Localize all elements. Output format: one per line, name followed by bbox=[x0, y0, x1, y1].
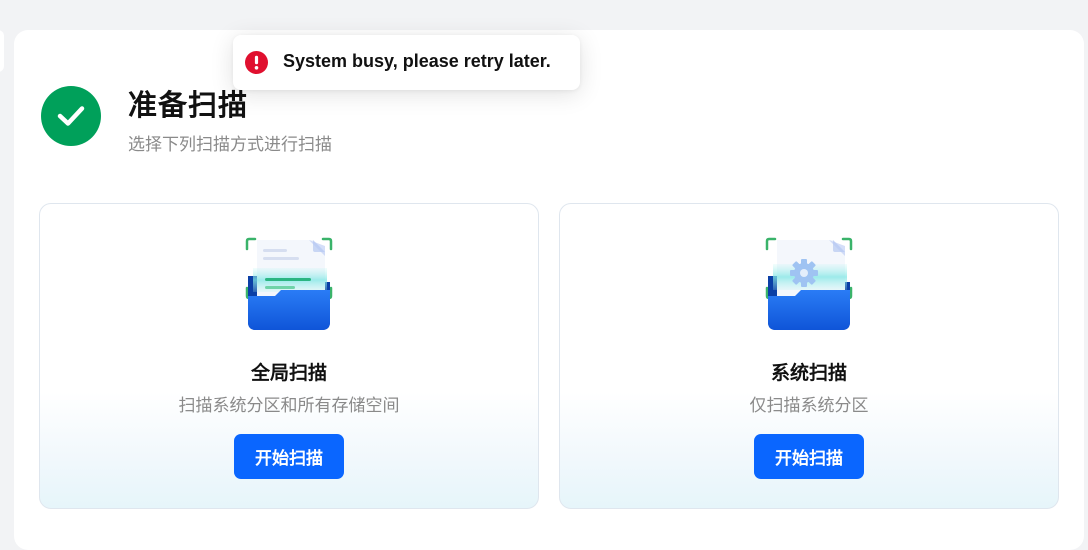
system-scan-card: 系统扫描 仅扫描系统分区 开始扫描 bbox=[559, 203, 1059, 509]
full-scan-card: 全局扫描 扫描系统分区和所有存储空间 开始扫描 bbox=[39, 203, 539, 509]
start-system-scan-button[interactable]: 开始扫描 bbox=[754, 434, 864, 479]
check-circle-icon bbox=[41, 86, 101, 146]
toast-message: System busy, please retry later. bbox=[283, 51, 551, 71]
system-scan-description: 仅扫描系统分区 bbox=[749, 396, 869, 416]
error-icon bbox=[245, 51, 268, 74]
full-scan-description: 扫描系统分区和所有存储空间 bbox=[178, 396, 400, 416]
full-scan-title: 全局扫描 bbox=[250, 362, 327, 384]
system-scan-title: 系统扫描 bbox=[770, 362, 847, 384]
previous-panel-edge bbox=[0, 30, 4, 72]
full-scan-folder-icon bbox=[241, 236, 337, 332]
system-scan-folder-icon bbox=[761, 236, 857, 332]
error-toast: System busy, please retry later. bbox=[233, 35, 580, 90]
page-subtitle: 选择下列扫描方式进行扫描 bbox=[128, 135, 332, 155]
start-full-scan-button[interactable]: 开始扫描 bbox=[234, 434, 344, 479]
page-title: 准备扫描 bbox=[128, 88, 249, 122]
